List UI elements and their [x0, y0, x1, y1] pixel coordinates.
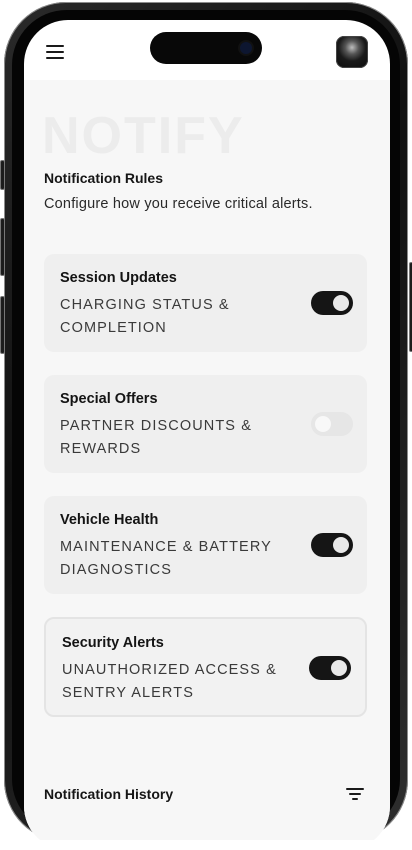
volume-up-button — [0, 218, 5, 276]
rules-subtitle: Configure how you receive critical alert… — [44, 196, 313, 212]
history-title: Notification History — [44, 786, 174, 802]
toggle-knob — [315, 416, 331, 432]
card-title: Security Alerts — [62, 635, 164, 651]
security-alerts-toggle[interactable] — [309, 656, 351, 680]
app-watermark: NOTIFY — [42, 107, 245, 165]
screen: NOTIFY Notification Rules Configure how … — [24, 20, 390, 850]
rule-card-vehicle-health: Vehicle Health MAINTENANCE & BATTERY DIA… — [44, 496, 367, 594]
card-description: MAINTENANCE & BATTERY DIAGNOSTICS — [60, 539, 272, 578]
session-updates-toggle[interactable] — [311, 291, 353, 315]
rule-card-session-updates: Session Updates CHARGING STATUS & COMPLE… — [44, 254, 367, 352]
toggle-knob — [333, 295, 349, 311]
rule-card-special-offers: Special Offers PARTNER DISCOUNTS & REWAR… — [44, 375, 367, 473]
hamburger-menu-icon[interactable] — [46, 44, 66, 60]
filter-icon[interactable] — [346, 788, 366, 802]
special-offers-toggle[interactable] — [311, 412, 353, 436]
card-title: Session Updates — [60, 270, 177, 286]
volume-down-button — [0, 296, 5, 354]
front-camera — [240, 42, 252, 54]
card-description: UNAUTHORIZED ACCESS & SENTRY ALERTS — [62, 662, 277, 701]
card-title: Special Offers — [60, 391, 158, 407]
toggle-knob — [331, 660, 347, 676]
dynamic-island — [150, 32, 262, 64]
rule-card-security-alerts: Security Alerts UNAUTHORIZED ACCESS & SE… — [44, 617, 367, 717]
user-avatar[interactable] — [336, 36, 368, 68]
card-description: CHARGING STATUS & COMPLETION — [60, 297, 230, 336]
vehicle-health-toggle[interactable] — [311, 533, 353, 557]
main-content: NOTIFY Notification Rules Configure how … — [24, 80, 390, 840]
card-description: PARTNER DISCOUNTS & REWARDS — [60, 418, 252, 457]
card-title: Vehicle Health — [60, 512, 159, 528]
rules-title: Notification Rules — [44, 170, 164, 186]
toggle-knob — [333, 537, 349, 553]
action-button — [0, 160, 5, 190]
